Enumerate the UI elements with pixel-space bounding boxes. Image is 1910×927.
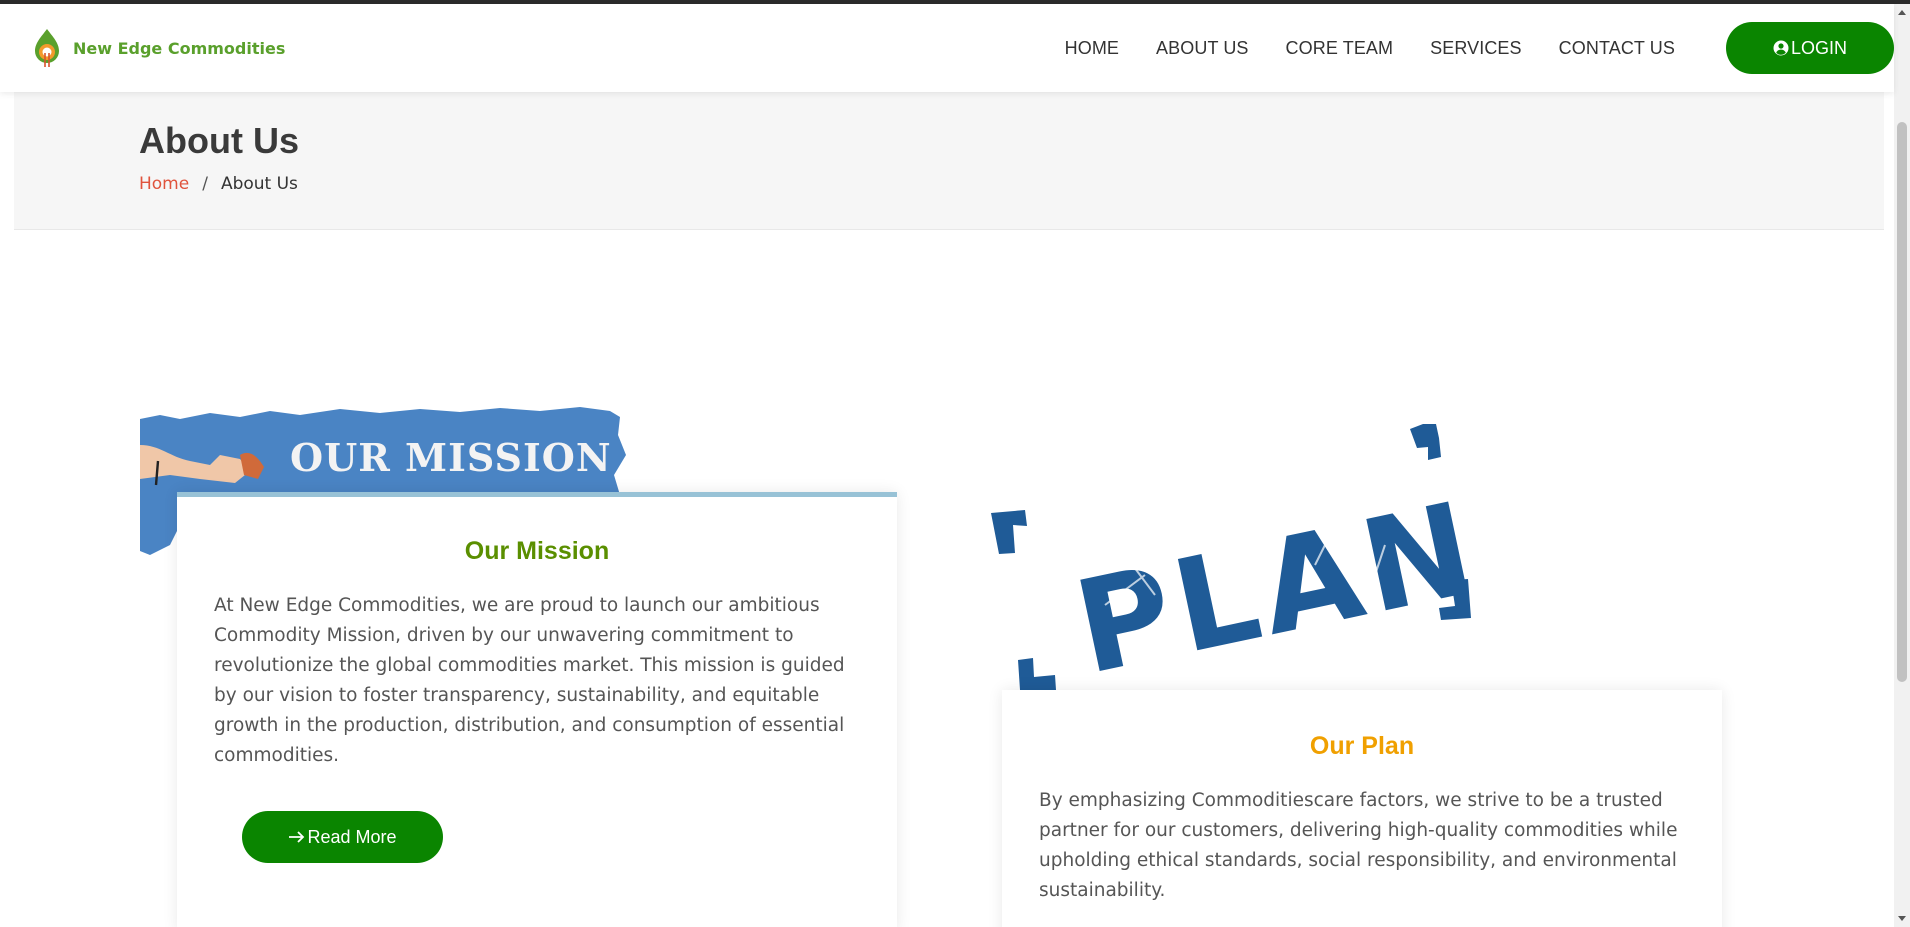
brand-name: New Edge Commodities: [73, 38, 286, 58]
nav-services[interactable]: SERVICES: [1430, 38, 1522, 59]
brand-logo-link[interactable]: New Edge Commodities: [31, 27, 285, 69]
plan-card: Our Plan By emphasizing Commoditiescare …: [1002, 690, 1722, 927]
nav-core-team[interactable]: CORE TEAM: [1286, 38, 1394, 59]
breadcrumb: Home / About Us: [139, 174, 298, 194]
plan-card-text: By emphasizing Commoditiescare factors, …: [1039, 790, 1678, 901]
site-header: New Edge Commodities HOME ABOUT US CORE …: [0, 4, 1894, 92]
mission-card-title: Our Mission: [464, 537, 610, 565]
login-button[interactable]: LOGIN: [1726, 22, 1894, 74]
breadcrumb-current: About Us: [220, 174, 298, 194]
nav-about-us[interactable]: ABOUT US: [1156, 38, 1249, 59]
read-more-button[interactable]: Read More: [242, 811, 443, 863]
login-label: LOGIN: [1790, 37, 1847, 58]
breadcrumb-home-link[interactable]: Home: [139, 174, 189, 194]
drop-leaf-logo-icon: [35, 29, 59, 67]
nav-home[interactable]: HOME: [1065, 38, 1119, 59]
breadcrumb-separator: /: [202, 174, 208, 194]
plan-image-text: PLAN: [1064, 474, 1492, 690]
page-title: About Us: [139, 120, 299, 161]
scroll-up-arrow-icon[interactable]: [1898, 10, 1906, 15]
nav-contact-us[interactable]: CONTACT US: [1559, 38, 1675, 59]
plan-image: PLAN: [991, 424, 1492, 690]
mission-card: Our Mission At New Edge Commodities, we …: [177, 492, 897, 927]
page-header-banner: About Us Home / About Us: [14, 92, 1884, 230]
plan-card-title: Our Plan: [1309, 732, 1415, 760]
arrow-right-icon: [289, 831, 305, 843]
user-circle-icon: [1773, 40, 1789, 56]
mission-image-text: OUR MISSION: [290, 435, 612, 480]
read-more-label: Read More: [307, 826, 397, 847]
scrollbar-thumb[interactable]: [1897, 122, 1907, 682]
scroll-down-arrow-icon[interactable]: [1898, 916, 1906, 921]
main-nav: HOME ABOUT US CORE TEAM SERVICES CONTACT…: [1065, 38, 1675, 59]
mission-card-text: At New Edge Commodities, we are proud to…: [214, 595, 845, 766]
vertical-scrollbar[interactable]: [1894, 4, 1910, 927]
